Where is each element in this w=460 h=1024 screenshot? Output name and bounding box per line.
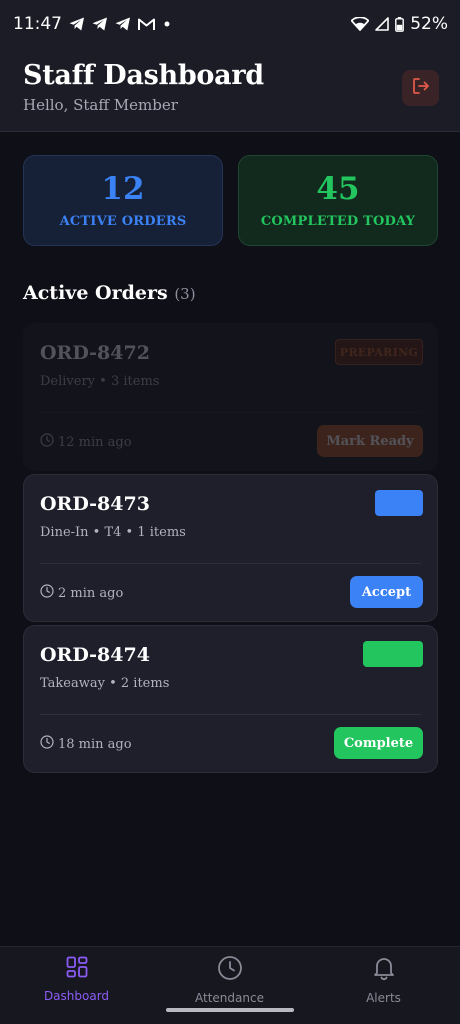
logout-button[interactable] (402, 70, 439, 106)
bottom-nav: Dashboard Attendance Alerts (0, 946, 460, 1024)
order-time: 12 min ago (40, 433, 132, 451)
completed-today-label: COMPLETED TODAY (260, 214, 416, 229)
active-orders-label: ACTIVE ORDERS (59, 214, 187, 229)
nav-label: Alerts (366, 991, 401, 1005)
telegram-icon (69, 17, 85, 31)
wifi-icon (351, 17, 370, 31)
greeting-text: Hello, Staff Member (23, 96, 178, 114)
header: Staff Dashboard Hello, Staff Member (0, 48, 460, 132)
status-badge (363, 641, 423, 667)
divider (40, 563, 421, 564)
active-orders-count: 12 (101, 171, 145, 207)
divider (40, 412, 421, 413)
dot-icon (162, 19, 172, 29)
order-id: ORD-8474 (40, 644, 150, 666)
home-indicator[interactable] (166, 1008, 294, 1012)
nav-label: Dashboard (43, 989, 110, 1003)
status-bar: 11:47 52% (0, 0, 460, 48)
page-title: Staff Dashboard (23, 60, 264, 91)
accept-button[interactable]: Accept (350, 576, 423, 608)
section-title: Active Orders (3) (23, 282, 196, 304)
order-card[interactable]: ORD-8474 Takeaway • 2 items 18 min ago C… (23, 625, 438, 773)
mark-ready-button[interactable]: Mark Ready (317, 425, 423, 457)
active-orders-stat: 12 ACTIVE ORDERS (23, 155, 223, 246)
nav-label: Attendance (195, 991, 264, 1005)
clock-icon (40, 584, 54, 602)
nav-item-attendance[interactable]: Attendance (153, 947, 306, 1007)
order-meta: Takeaway • 2 items (40, 676, 170, 691)
completed-today-stat: 45 COMPLETED TODAY (238, 155, 438, 246)
app: 11:47 52% Staff Dashboard Hello, Staff M… (0, 0, 460, 1024)
section-count: (3) (174, 285, 196, 303)
logout-icon (411, 76, 431, 100)
battery-percent: 52% (410, 14, 448, 34)
order-time-text: 18 min ago (58, 736, 132, 752)
battery-icon (395, 16, 405, 32)
order-time-text: 2 min ago (58, 585, 124, 601)
telegram-icon (92, 17, 108, 31)
status-right: 52% (351, 14, 448, 34)
order-time: 18 min ago (40, 735, 132, 753)
status-left: 11:47 (13, 14, 172, 34)
clock-icon (217, 955, 243, 985)
order-time-text: 12 min ago (58, 434, 132, 450)
status-badge (375, 490, 423, 516)
order-meta: Dine-In • T4 • 1 items (40, 525, 186, 540)
order-meta: Delivery • 3 items (40, 374, 160, 389)
completed-today-count: 45 (316, 171, 360, 207)
status-badge: PREPARING (335, 339, 423, 365)
status-time: 11:47 (13, 14, 62, 34)
section-title-text: Active Orders (23, 282, 168, 304)
complete-button[interactable]: Complete (334, 727, 423, 759)
divider (40, 714, 421, 715)
nav-item-dashboard[interactable]: Dashboard (0, 947, 153, 1007)
clock-icon (40, 433, 54, 451)
order-card[interactable]: ORD-8472 PREPARING Delivery • 3 items 12… (23, 323, 438, 471)
gmail-icon (138, 18, 155, 31)
order-card[interactable]: ORD-8473 Dine-In • T4 • 1 items 2 min ag… (23, 474, 438, 622)
nav-item-alerts[interactable]: Alerts (307, 947, 460, 1007)
order-id: ORD-8473 (40, 493, 150, 515)
bell-icon (372, 955, 396, 985)
signal-icon (375, 17, 390, 31)
clock-icon (40, 735, 54, 753)
telegram-icon (115, 17, 131, 31)
order-id: ORD-8472 (40, 342, 150, 364)
order-time: 2 min ago (40, 584, 123, 602)
dashboard-icon (65, 955, 89, 983)
